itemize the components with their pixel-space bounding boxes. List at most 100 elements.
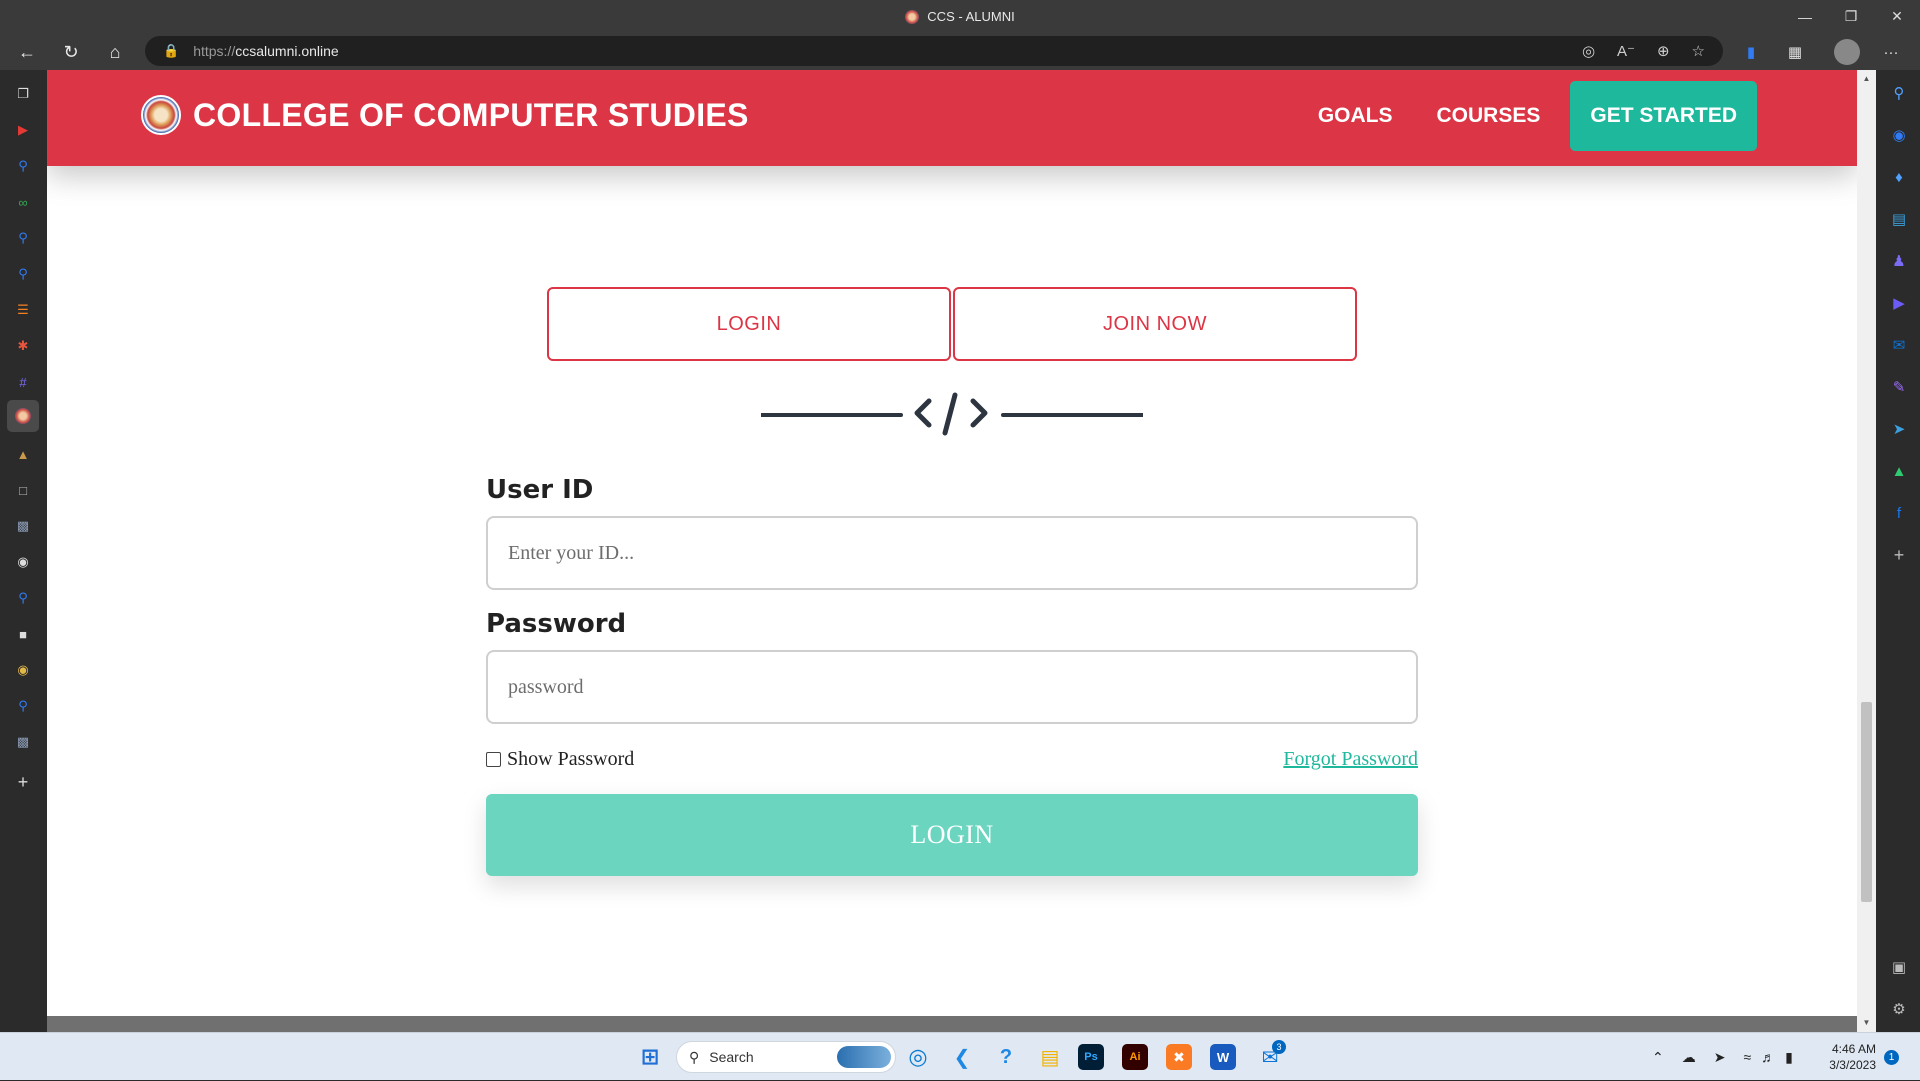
read-aloud-icon[interactable]: A⁻ [1617, 42, 1635, 60]
tab-seal-icon[interactable]: ◉ [11, 658, 35, 682]
notification-badge[interactable]: 1 [1884, 1050, 1899, 1065]
favorite-icon[interactable]: ☆ [1692, 42, 1705, 60]
tab-login[interactable]: LOGIN [547, 287, 951, 361]
url-host: ccsalumni.online [235, 43, 339, 59]
send-icon[interactable]: ➤ [1888, 418, 1910, 440]
login-submit-button[interactable]: LOGIN [486, 794, 1418, 876]
page-viewport: COLLEGE OF COMPUTER STUDIES GOALS COURSE… [47, 70, 1857, 1032]
password-label: Password [486, 609, 627, 639]
show-password-checkbox[interactable] [486, 751, 501, 767]
restore-icon[interactable]: ❐ [1828, 0, 1874, 33]
tab-stackoverflow-icon[interactable]: ☰ [11, 298, 35, 322]
add-sidebar-app-icon[interactable]: + [1888, 544, 1910, 566]
tab-search-icon[interactable]: ⚲ [11, 154, 35, 178]
help-icon[interactable]: ? [990, 1041, 1022, 1073]
onedrive-icon[interactable]: ☁ [1682, 1049, 1696, 1066]
designer-icon[interactable]: ✎ [1888, 376, 1910, 398]
sidebar-layout-icon[interactable]: ▣ [1888, 956, 1910, 978]
site-brand-name: COLLEGE OF COMPUTER STUDIES [193, 96, 749, 133]
tab-search-icon[interactable]: ⚲ [11, 586, 35, 610]
photoshop-icon[interactable]: Ps [1078, 1044, 1104, 1070]
browser-sidebar: ⚲ ◉ ♦ ▤ ♟ ▶ ✉ ✎ ➤ ▲ f + ▣ ⚙ [1876, 70, 1920, 1032]
browser-toolbar: ← ↻ ⌂ 🔒 https://ccsalumni.online ◎ A⁻ ⊕ … [0, 33, 1920, 70]
tab-youtube-icon[interactable]: ▶ [11, 118, 35, 142]
home-icon[interactable]: ⌂ [100, 37, 130, 67]
refresh-icon[interactable]: ↻ [56, 37, 86, 67]
tab-image-icon[interactable]: ▩ [11, 514, 35, 538]
page-footer [47, 1016, 1857, 1032]
tools-icon[interactable]: ▤ [1888, 208, 1910, 230]
office-icon[interactable]: ▶ [1888, 292, 1910, 314]
clock-time: 4:46 AM [1831, 1042, 1876, 1056]
profile-avatar[interactable] [1834, 39, 1860, 65]
user-id-input[interactable]: Enter your ID... [486, 516, 1418, 590]
user-id-label: User ID [486, 475, 594, 505]
tray-chevron-icon[interactable]: ⌃ [1652, 1049, 1664, 1066]
tab-link-icon[interactable]: ∞ [11, 190, 35, 214]
volume-icon[interactable]: ♬ [1761, 1049, 1775, 1065]
scrollbar-thumb[interactable] [1861, 702, 1872, 902]
tab-asterisk-icon[interactable]: ✱ [11, 334, 35, 358]
nav-courses-link[interactable]: COURSES [1415, 81, 1563, 151]
tab-chart-icon[interactable]: ▲ [11, 442, 35, 466]
zoom-icon[interactable]: ⊕ [1657, 42, 1670, 60]
bing-chat-icon[interactable]: ◉ [1888, 124, 1910, 146]
tab-join-now[interactable]: JOIN NOW [953, 287, 1357, 361]
scroll-up-icon[interactable]: ▲ [1861, 72, 1872, 84]
window-title: CCS - ALUMNI [0, 0, 1920, 33]
tab-document-icon[interactable]: □ [11, 478, 35, 502]
auth-tabs: LOGIN JOIN NOW [547, 287, 1357, 361]
clock-date: 3/3/2023 [1829, 1058, 1876, 1072]
location-icon[interactable]: ◎ [1582, 42, 1595, 60]
tab-profile-icon[interactable]: ■ [11, 622, 35, 646]
site-favicon-icon [905, 9, 920, 24]
more-menu-icon[interactable]: ··· [1880, 41, 1902, 63]
tab-actions-icon[interactable]: ❐ [11, 82, 35, 106]
facebook-icon[interactable]: f [1888, 502, 1910, 524]
show-password-toggle[interactable]: Show Password [486, 748, 634, 771]
games-icon[interactable]: ♟ [1888, 250, 1910, 272]
word-icon[interactable]: W [1210, 1044, 1236, 1070]
site-header: COLLEGE OF COMPUTER STUDIES GOALS COURSE… [47, 70, 1857, 166]
password-input[interactable]: password [486, 650, 1418, 724]
tree-icon[interactable]: ▲ [1888, 460, 1910, 482]
lock-icon[interactable]: 🔒 [163, 43, 179, 59]
tab-github-icon[interactable]: ◉ [11, 550, 35, 574]
get-started-button[interactable]: GET STARTED [1570, 81, 1757, 151]
windows-start-icon[interactable]: ⊞ [634, 1041, 666, 1073]
outlook-icon[interactable]: ✉ [1888, 334, 1910, 356]
battery-icon[interactable]: ▮ [1785, 1049, 1793, 1066]
sidebar-settings-icon[interactable]: ⚙ [1888, 998, 1910, 1020]
edge-browser-icon[interactable]: ◎ [902, 1041, 934, 1073]
tab-ccs-alumni-active[interactable] [7, 400, 39, 432]
address-bar[interactable]: 🔒 https://ccsalumni.online ◎ A⁻ ⊕ ☆ [145, 36, 1723, 66]
taskbar-search-box[interactable]: ⚲ Search [676, 1041, 896, 1073]
new-tab-icon[interactable]: + [11, 770, 35, 794]
tab-hash-icon[interactable]: # [11, 370, 35, 394]
page-scrollbar[interactable]: ▲ ▼ [1857, 70, 1876, 1032]
illustrator-icon[interactable]: Ai [1122, 1044, 1148, 1070]
xampp-icon[interactable]: ✖ [1166, 1044, 1192, 1070]
minimize-icon[interactable]: — [1782, 0, 1828, 33]
tab-search-icon[interactable]: ⚲ [11, 262, 35, 286]
sidebar-search-icon[interactable]: ⚲ [1888, 82, 1910, 104]
forgot-password-link[interactable]: Forgot Password [1283, 748, 1418, 771]
tab-search-icon[interactable]: ⚲ [11, 226, 35, 250]
vertical-tab-strip: ❐ ▶ ⚲ ∞ ⚲ ⚲ ☰ ✱ # ▲ □ ▩ ◉ ⚲ ■ ◉ ⚲ ▩ + [0, 70, 47, 1032]
tab-search-icon[interactable]: ⚲ [11, 694, 35, 718]
shopping-tag-icon[interactable]: ♦ [1888, 166, 1910, 188]
scroll-down-icon[interactable]: ▼ [1861, 1016, 1872, 1028]
taskbar-clock[interactable]: 4:46 AM 3/3/2023 [1820, 1041, 1876, 1073]
bitwarden-extension-icon[interactable]: ▮ [1740, 41, 1762, 63]
close-icon[interactable]: ✕ [1874, 0, 1920, 33]
location-tray-icon[interactable]: ➤ [1714, 1049, 1726, 1066]
file-explorer-icon[interactable]: ▤ [1034, 1041, 1066, 1073]
vscode-icon[interactable]: ❮ [946, 1041, 978, 1073]
extensions-icon[interactable]: ▦ [1784, 41, 1806, 63]
back-icon[interactable]: ← [12, 37, 42, 67]
wifi-icon[interactable]: ≈ [1743, 1049, 1751, 1065]
college-logo-icon [141, 95, 181, 135]
tab-image-icon[interactable]: ▩ [11, 730, 35, 754]
site-brand[interactable]: COLLEGE OF COMPUTER STUDIES [141, 95, 749, 135]
nav-goals-link[interactable]: GOALS [1296, 81, 1415, 151]
